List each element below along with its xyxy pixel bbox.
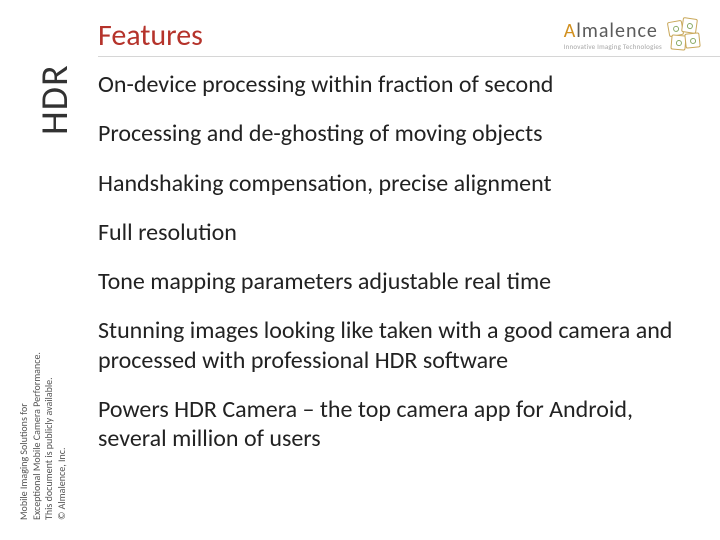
bullet-item: Handshaking compensation, precise alignm… — [98, 169, 700, 198]
side-footer-text: Mobile Imaging Solutions for Exceptional… — [18, 310, 68, 520]
bullet-item: Full resolution — [98, 218, 700, 247]
side-label-hdr: HDR — [32, 64, 78, 135]
side-footer-line: Mobile Imaging Solutions for — [18, 310, 31, 520]
brand-logo-text: Almalence Innovative Imaging Technologie… — [564, 21, 662, 50]
bullet-item: Stunning images looking like taken with … — [98, 316, 700, 375]
bullet-item: Processing and de-ghosting of moving obj… — [98, 119, 700, 148]
brand-name: Almalence — [564, 21, 658, 41]
header-divider — [98, 56, 720, 57]
slide-header: Features Almalence Innovative Imaging Te… — [0, 0, 720, 62]
slide: Features Almalence Innovative Imaging Te… — [0, 0, 720, 540]
side-footer-line: © Almalence, Inc. — [56, 310, 69, 520]
side-footer-line: This document is publicly available. — [43, 310, 56, 520]
page-title: Features — [98, 17, 203, 54]
brand-tagline: Innovative Imaging Technologies — [564, 43, 662, 50]
bullet-item: On-device processing within fraction of … — [98, 70, 700, 99]
brand-squares-icon — [668, 18, 702, 52]
bullet-item: Powers HDR Camera – the top camera app f… — [98, 395, 700, 454]
slide-body: On-device processing within fraction of … — [98, 70, 700, 473]
brand-initial: A — [564, 19, 577, 43]
brand-logo: Almalence Innovative Imaging Technologie… — [564, 18, 702, 52]
bullet-item: Tone mapping parameters adjustable real … — [98, 267, 700, 296]
brand-rest: lmalence — [576, 19, 658, 43]
